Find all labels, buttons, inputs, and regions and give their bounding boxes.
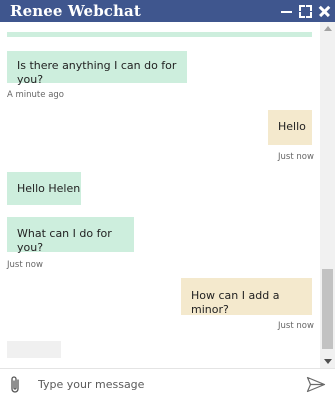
message-timestamp: Just now: [7, 260, 43, 270]
scroll-up-arrow-icon[interactable]: [324, 26, 332, 31]
paperclip-icon[interactable]: [9, 375, 21, 394]
agent-message-bubble-partial: [7, 32, 312, 37]
agent-message-bubble: Hello Helen: [7, 172, 81, 205]
scroll-down-arrow-icon[interactable]: [324, 359, 332, 364]
window-title: Renee Webchat: [10, 2, 141, 20]
message-input[interactable]: [38, 375, 296, 394]
message-text: How can I add a minor?: [191, 289, 280, 316]
message-timestamp: Just now: [278, 152, 314, 162]
message-text: Is there anything I can do for you?: [17, 59, 177, 86]
title-bar: Renee Webchat: [0, 0, 335, 22]
agent-message-bubble: What can I do for you?: [7, 217, 134, 254]
minimize-icon[interactable]: [278, 2, 294, 20]
message-text: Hello: [278, 120, 306, 133]
chat-window: Renee Webchat Is there anything I can do…: [0, 0, 335, 400]
message-text: Hello Helen: [17, 182, 81, 195]
message-text: What can I do for you?: [17, 227, 112, 254]
agent-message-bubble: Is there anything I can do for you?: [7, 51, 187, 86]
message-composer: [0, 368, 335, 400]
message-scrollbar[interactable]: [320, 22, 335, 368]
close-icon[interactable]: [317, 2, 333, 20]
send-icon[interactable]: [306, 376, 326, 393]
scrollbar-thumb[interactable]: [322, 269, 333, 349]
user-message-bubble: Hello: [268, 110, 312, 145]
typing-indicator: [7, 341, 61, 358]
message-list: Is there anything I can do for you? A mi…: [0, 22, 320, 362]
message-timestamp: A minute ago: [7, 90, 65, 100]
message-timestamp: Just now: [278, 321, 314, 331]
maximize-icon[interactable]: [297, 2, 313, 20]
user-message-bubble: How can I add a minor?: [181, 278, 312, 316]
